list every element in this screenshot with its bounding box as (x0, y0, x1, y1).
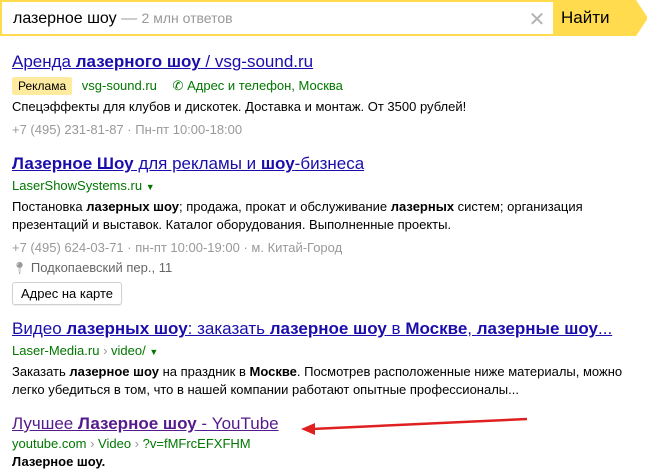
search-button[interactable]: Найти (553, 0, 647, 36)
breadcrumb-separator: › (90, 436, 95, 451)
result-url-line: Laser-Media.ru › video/ ▼ (12, 343, 632, 360)
working-hours: пн-пт 10:00-19:00 (135, 240, 240, 255)
search-button-label: Найти (561, 8, 610, 27)
search-result-3: Видео лазерных шоу: заказать лазерное шо… (12, 319, 632, 399)
result-path-link[interactable]: Video (98, 436, 131, 451)
working-hours: Пн-пт 10:00-18:00 (135, 122, 243, 137)
result-domain-link[interactable]: vsg-sound.ru (82, 78, 157, 93)
result-meta: +7 (495) 624-03-71 · пн-пт 10:00-19:00 ·… (12, 240, 632, 256)
snippet-text: Постановка (12, 199, 87, 214)
result-title-link[interactable]: Видео лазерных шоу: заказать лазерное шо… (12, 319, 632, 339)
search-input[interactable]: лазерное шоу — 2 млн ответов ✕ (0, 0, 553, 36)
ad-badge: Реклама (12, 77, 73, 95)
contact-link[interactable]: Адрес и телефон, Москва (187, 78, 343, 93)
query-separator: — (121, 10, 138, 27)
snippet-highlight: Москве (249, 364, 297, 379)
search-query: лазерное шоу — 2 млн ответов (13, 10, 233, 28)
search-result-2: Лазерное Шоу для рекламы и шоу-бизнеса L… (12, 154, 632, 305)
title-text: в (386, 319, 406, 338)
snippet-highlight: лазерных (390, 199, 455, 214)
search-button-tip (636, 0, 647, 36)
phone-number: +7 (495) 624-03-71 (12, 240, 124, 255)
title-highlight: шоу (260, 154, 295, 173)
clear-icon[interactable]: ✕ (527, 10, 547, 30)
result-snippet: Заказать лазерное шоу на праздник в Моск… (12, 363, 632, 399)
search-result-1: Аренда лазерного шоу / vsg-sound.ru Рекл… (12, 52, 632, 138)
result-domain-link[interactable]: youtube.com (12, 436, 86, 451)
title-text: / vsg-sound.ru (200, 52, 314, 71)
map-pin-icon: 📍︎ (12, 261, 28, 275)
title-highlight: лазерного шоу (75, 52, 201, 71)
result-url-line: Реклама vsg-sound.ru ✆ Адрес и телефон, … (12, 77, 632, 95)
title-text: : заказать (187, 319, 270, 338)
dropdown-triangle-icon[interactable]: ▼ (149, 347, 158, 357)
result-title-link[interactable]: Лазерное Шоу для рекламы и шоу-бизнеса (12, 154, 632, 174)
title-text: Лучшее (12, 414, 78, 433)
result-snippet: Постановка лазерных шоу; продажа, прокат… (12, 198, 632, 234)
address-line: 📍︎ Подкопаевский пер., 11 (12, 260, 632, 276)
title-highlight: Лазерное шоу (77, 414, 197, 433)
result-domain-link[interactable]: Laser-Media.ru (12, 343, 99, 358)
title-highlight: лазерных шоу (66, 319, 188, 338)
snippet-text: Заказать (12, 364, 70, 379)
title-text: , (467, 319, 477, 338)
result-domain-link[interactable]: LaserShowSystems.ru (12, 178, 142, 193)
result-snippet: Спецэффекты для клубов и дискотек. Доста… (12, 99, 467, 114)
meta-dot: · (127, 122, 132, 137)
title-text: -бизнеса (294, 154, 365, 173)
result-path-link[interactable]: ?v=fMFrcEFXFHM (143, 436, 251, 451)
title-text: Аренда (12, 52, 76, 71)
snippet-text: ; продажа, прокат и обслуживание (179, 199, 391, 214)
result-url-line: youtube.com › Video › ?v=fMFrcEFXFHM (12, 436, 632, 452)
title-text: ... (598, 319, 613, 338)
title-text: для рекламы и (133, 154, 261, 173)
result-path-link[interactable]: video/ (111, 343, 146, 358)
title-text: Видео (12, 319, 67, 338)
breadcrumb-separator: › (103, 343, 108, 358)
phone-number: +7 (495) 231-81-87 (12, 122, 124, 137)
snippet-highlight: лазерное шоу (69, 364, 159, 379)
dropdown-triangle-icon[interactable]: ▼ (146, 182, 155, 192)
title-highlight: лазерное шоу (269, 319, 387, 338)
breadcrumb-separator: › (134, 436, 140, 451)
meta-dot: · (127, 240, 132, 255)
snippet-highlight: Лазерное шоу. (12, 454, 106, 469)
metro-station: м. Китай-Город (251, 240, 343, 255)
address-text: Подкопаевский пер., 11 (30, 260, 173, 275)
meta-dot: · (243, 240, 248, 255)
result-snippet: Лазерное шоу. (12, 453, 632, 471)
title-highlight: Москве (405, 319, 468, 338)
title-highlight: Лазерное Шоу (12, 154, 134, 173)
title-text: - YouTube (196, 414, 279, 433)
result-url-line: LaserShowSystems.ru ▼ (12, 178, 632, 195)
query-text: лазерное шоу (13, 10, 117, 27)
snippet-text: на праздник в (158, 364, 250, 379)
title-highlight: лазерные шоу (476, 319, 599, 338)
result-title-link[interactable]: Аренда лазерного шоу / vsg-sound.ru (12, 52, 632, 72)
snippet-highlight: лазерных шоу (86, 199, 179, 214)
search-bar: лазерное шоу — 2 млн ответов ✕ Найти (0, 0, 647, 36)
result-count-hint: 2 млн ответов (141, 10, 233, 26)
result-title-link[interactable]: Лучшее Лазерное шоу - YouTube (12, 414, 632, 434)
map-address-button[interactable]: Адрес на карте (12, 282, 123, 305)
result-meta: +7 (495) 231-81-87 · Пн-пт 10:00-18:00 (12, 122, 632, 138)
phone-icon: ✆ (172, 78, 184, 93)
search-result-4: Лучшее Лазерное шоу - YouTube youtube.co… (12, 414, 632, 471)
